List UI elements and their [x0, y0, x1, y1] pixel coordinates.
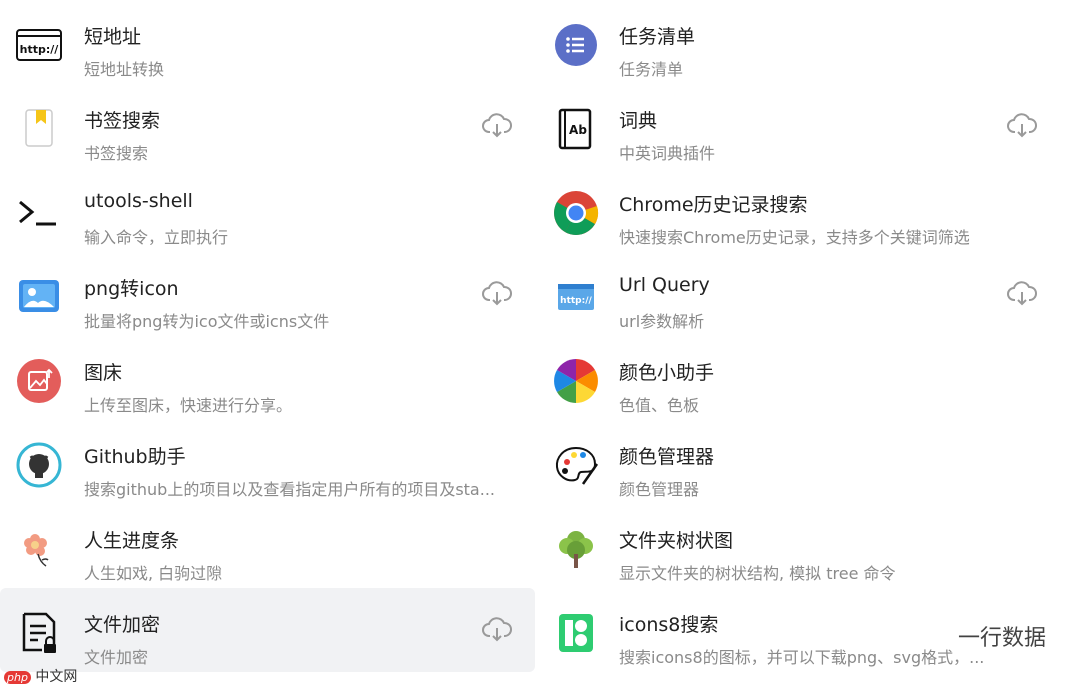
plugin-title: 颜色小助手 — [619, 362, 715, 384]
plugin-item[interactable]: Github助手 搜索github上的项目以及查看指定用户所有的项目及sta..… — [0, 420, 535, 504]
svg-text:Ab: Ab — [569, 123, 587, 137]
plugin-title: utools-shell — [84, 190, 193, 212]
plugin-description: 颜色管理器 — [619, 480, 700, 499]
plugin-grid: http:// 短地址 短地址转换 书签搜索 书签搜索 utools-shell — [0, 0, 1080, 688]
plugin-item[interactable]: http:// Url Query url参数解析 — [535, 252, 1070, 336]
flower-icon — [24, 534, 49, 567]
plugin-description: 输入命令，立即执行 — [84, 228, 229, 247]
plugin-title: Github助手 — [84, 446, 186, 468]
color-wheel-icon — [554, 359, 598, 403]
plugin-description: 搜索icons8的图标，并可以下载png、svg格式，... — [619, 648, 985, 667]
github-icon — [16, 442, 62, 488]
plugin-item[interactable]: 颜色管理器 颜色管理器 — [535, 420, 1070, 504]
plugin-title: 任务清单 — [619, 26, 696, 48]
plugin-title: 文件加密 — [84, 614, 161, 636]
plugin-description: 快速搜索Chrome历史记录，支持多个关键词筛选 — [619, 228, 970, 247]
plugin-column-right: 任务清单 任务清单 Ab 词典 中英词典插件 Chrome历史记录搜索 快速搜索… — [535, 0, 1070, 672]
cloud-download-icon[interactable] — [1006, 278, 1038, 310]
plugin-item-selected[interactable]: 文件加密 文件加密 — [0, 588, 535, 672]
plugin-description: 文件加密 — [84, 648, 149, 667]
plugin-item[interactable]: 书签搜索 书签搜索 — [0, 84, 535, 168]
php-watermark-text: 中文网 — [35, 669, 78, 685]
plugin-description: 搜索github上的项目以及查看指定用户所有的项目及sta... — [84, 480, 495, 499]
image-icon — [19, 280, 59, 312]
url-query-icon: http:// — [558, 284, 594, 310]
cloud-download-icon[interactable] — [481, 278, 513, 310]
plugin-description: 上传至图床，快速进行分享。 — [84, 396, 293, 415]
chrome-icon — [554, 191, 599, 235]
tree-icon — [559, 531, 593, 568]
plugin-title: 文件夹树状图 — [619, 530, 734, 552]
cloud-download-icon[interactable] — [481, 110, 513, 142]
icons8-icon — [559, 614, 593, 652]
plugin-title: 颜色管理器 — [619, 446, 715, 468]
plugin-item[interactable]: 文件夹树状图 显示文件夹的树状结构, 模拟 tree 命令 — [535, 504, 1070, 588]
plugin-title: 人生进度条 — [84, 530, 180, 552]
wechat-watermark: 一行数据 — [958, 620, 1046, 652]
plugin-description: 书签搜索 — [84, 144, 149, 163]
plugin-item[interactable]: 任务清单 任务清单 — [535, 0, 1070, 84]
plugin-description: 任务清单 — [619, 60, 684, 79]
cloud-download-icon[interactable] — [1006, 110, 1038, 142]
plugin-item[interactable]: 人生进度条 人生如戏, 白驹过隙 — [0, 504, 535, 588]
plugin-item[interactable]: png转icon 批量将png转为ico文件或icns文件 — [0, 252, 535, 336]
svg-text:http://: http:// — [560, 296, 592, 306]
php-watermark: php 中文网 — [4, 666, 77, 686]
palette-icon — [555, 446, 599, 485]
image-upload-icon — [17, 359, 61, 403]
terminal-icon — [19, 200, 56, 226]
plugin-title: 词典 — [619, 110, 658, 132]
dictionary-icon: Ab — [558, 108, 592, 150]
plugin-item[interactable]: 图床 上传至图床，快速进行分享。 — [0, 336, 535, 420]
plugin-title: 图床 — [84, 362, 123, 384]
plugin-item[interactable]: 颜色小助手 色值、色板 — [535, 336, 1070, 420]
plugin-description: 显示文件夹的树状结构, 模拟 tree 命令 — [619, 564, 896, 583]
plugin-title: png转icon — [84, 278, 179, 300]
plugin-item[interactable]: utools-shell 输入命令，立即执行 — [0, 168, 535, 252]
plugin-description: 色值、色板 — [619, 396, 700, 415]
plugin-title: Url Query — [619, 274, 710, 296]
plugin-title: icons8搜索 — [619, 614, 719, 636]
http-link-icon: http:// — [16, 29, 62, 61]
plugin-item[interactable]: http:// 短地址 短地址转换 — [0, 0, 535, 84]
plugin-item[interactable]: Chrome历史记录搜索 快速搜索Chrome历史记录，支持多个关键词筛选 — [535, 168, 1070, 252]
wechat-watermark-text: 一行数据 — [957, 626, 1046, 651]
file-lock-icon — [22, 612, 56, 653]
bookmark-icon — [25, 109, 53, 147]
plugin-column-left: http:// 短地址 短地址转换 书签搜索 书签搜索 utools-shell — [0, 0, 535, 672]
plugin-item[interactable]: Ab 词典 中英词典插件 — [535, 84, 1070, 168]
plugin-description: 中英词典插件 — [619, 144, 716, 163]
task-list-icon — [555, 24, 597, 66]
php-badge: php — [4, 671, 31, 684]
svg-text:http://: http:// — [20, 43, 60, 56]
plugin-title: 短地址 — [84, 26, 142, 48]
plugin-description: 短地址转换 — [84, 60, 165, 79]
plugin-description: 批量将png转为ico文件或icns文件 — [84, 312, 330, 331]
plugin-description: 人生如戏, 白驹过隙 — [84, 564, 223, 583]
cloud-download-icon[interactable] — [481, 614, 513, 646]
plugin-title: 书签搜索 — [84, 110, 161, 132]
plugin-description: url参数解析 — [619, 312, 705, 331]
plugin-title: Chrome历史记录搜索 — [619, 194, 808, 216]
